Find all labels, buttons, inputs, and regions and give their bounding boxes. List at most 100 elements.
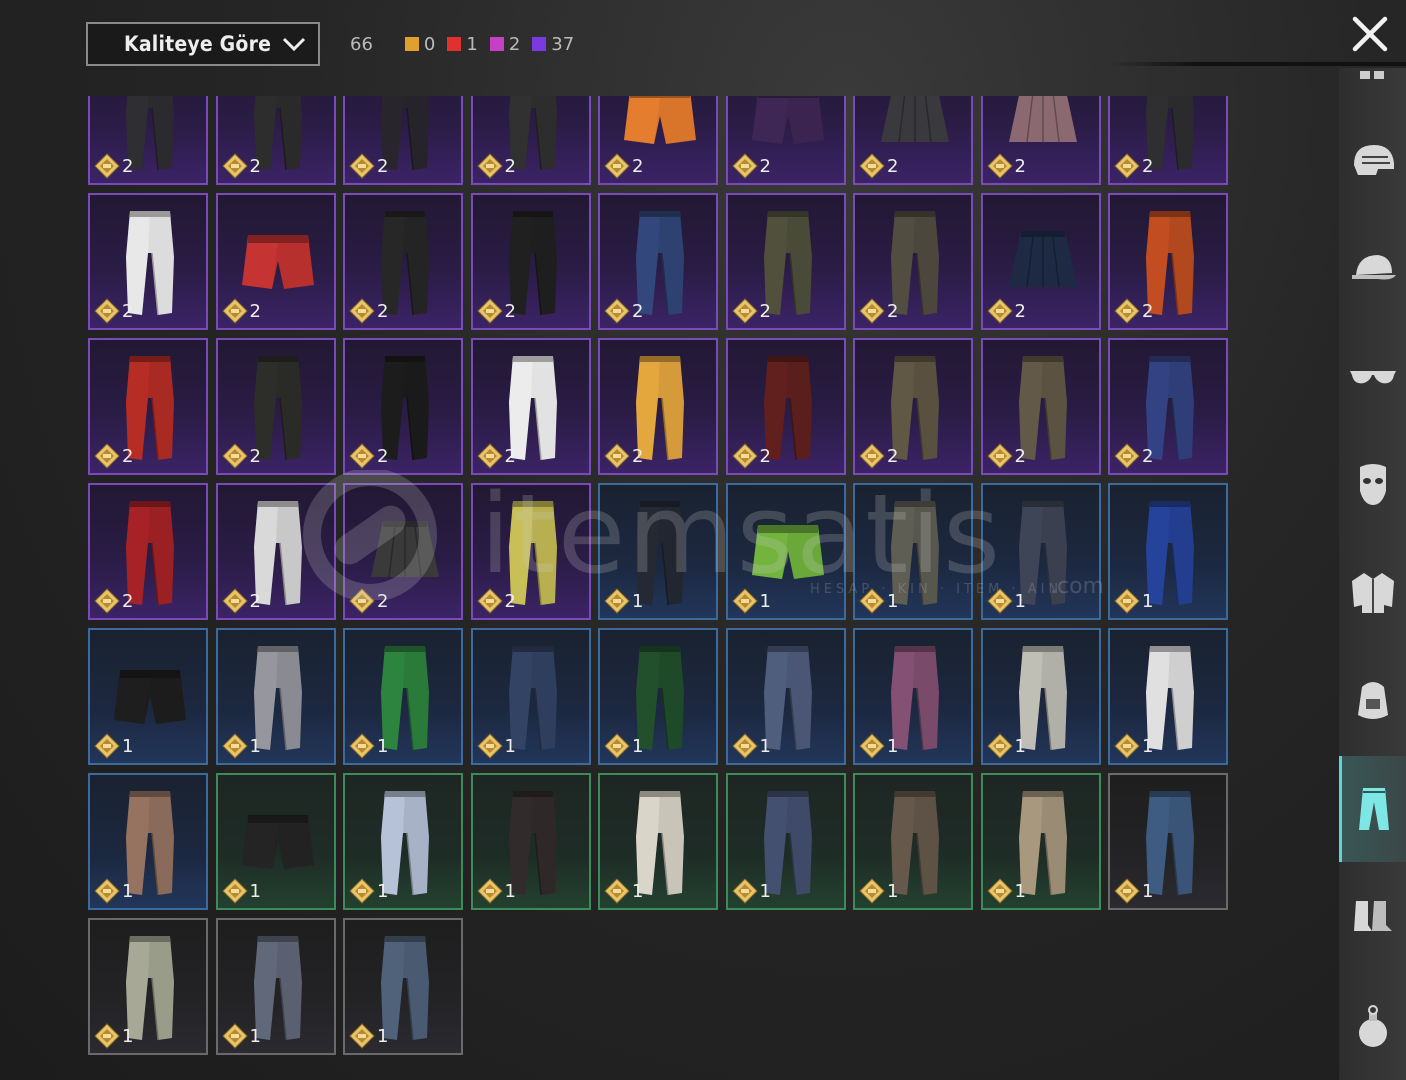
item-quantity: 1 [504, 735, 516, 757]
sidebar-item-shoes[interactable] [1339, 868, 1406, 968]
item-quantity: 1 [887, 880, 899, 902]
item-quantity: 2 [122, 300, 134, 322]
coin-icon [349, 443, 375, 469]
item-quantity: 1 [887, 735, 899, 757]
inventory-item-tile[interactable]: 2 [853, 96, 973, 185]
inventory-item-tile[interactable]: 1 [88, 918, 208, 1055]
inventory-item-tile[interactable]: 1 [88, 628, 208, 765]
coin-icon [1114, 153, 1140, 179]
inventory-item-tile[interactable]: 1 [853, 773, 973, 910]
inventory-item-tile[interactable]: 1 [215, 628, 336, 765]
sidebar-item-partial[interactable] [1339, 68, 1406, 88]
coin-icon [349, 878, 375, 904]
backpack-icon [1357, 682, 1388, 719]
inventory-item-tile[interactable]: 2 [725, 193, 846, 330]
sidebar-item-cap[interactable] [1339, 218, 1406, 318]
item-quantity: 1 [759, 880, 771, 902]
item-quantity: 2 [122, 445, 134, 467]
inventory-item-tile[interactable]: 1 [1108, 773, 1228, 910]
inventory-item-tile[interactable]: 1 [215, 918, 336, 1055]
inventory-item-tile[interactable]: 1 [598, 773, 718, 910]
inventory-item-tile[interactable]: 1 [725, 773, 846, 910]
inventory-item-tile[interactable]: 1 [470, 773, 591, 910]
coin-icon [94, 1023, 120, 1049]
inventory-item-tile[interactable]: 2 [853, 193, 973, 330]
inventory-item-tile[interactable]: 2 [598, 193, 718, 330]
inventory-item-tile[interactable]: 2 [88, 96, 208, 185]
inventory-item-tile[interactable]: 1 [598, 628, 718, 765]
item-quantity-badge: 1 [986, 588, 1026, 614]
menu-partial-icon [1359, 71, 1384, 79]
inventory-item-tile[interactable]: 2 [598, 338, 718, 475]
item-quantity-badge: 2 [94, 443, 133, 469]
inventory-item-tile[interactable]: 2 [215, 96, 336, 185]
inventory-item-tile[interactable]: 2 [725, 96, 846, 185]
inventory-item-tile[interactable]: 1 [853, 483, 973, 620]
grenade-icon [1358, 1005, 1387, 1047]
inventory-item-tile[interactable]: 1 [88, 773, 208, 910]
sidebar-item-helmet[interactable] [1339, 110, 1406, 210]
coin-icon [94, 878, 120, 904]
inventory-item-tile[interactable]: 2 [598, 96, 718, 185]
item-quantity: 2 [249, 590, 261, 612]
inventory-item-tile[interactable]: 2 [215, 193, 336, 330]
item-quantity-badge: 1 [94, 733, 133, 759]
inventory-item-tile[interactable]: 1 [725, 628, 846, 765]
inventory-item-tile[interactable]: 1 [725, 483, 846, 620]
sidebar-item-grenade[interactable] [1339, 976, 1406, 1076]
inventory-item-tile[interactable]: 2 [215, 338, 336, 475]
inventory-item-tile[interactable]: 2 [980, 96, 1101, 185]
inventory-item-tile[interactable]: 2 [343, 338, 463, 475]
coin-icon [94, 153, 120, 179]
inventory-item-tile[interactable]: 1 [470, 628, 591, 765]
inventory-item-tile[interactable]: 1 [598, 483, 718, 620]
coin-icon [94, 588, 120, 614]
inventory-item-tile[interactable]: 1 [853, 628, 973, 765]
inventory-item-tile[interactable]: 1 [980, 628, 1101, 765]
inventory-item-tile[interactable]: 2 [853, 338, 973, 475]
jacket-icon [1351, 573, 1394, 613]
sidebar-item-jacket[interactable] [1339, 542, 1406, 642]
inventory-item-tile[interactable]: 1 [215, 773, 336, 910]
inventory-grid-viewport[interactable]: 2 2 2 2 2 2 2 2 2 2 2 2 2 2 2 2 2 2 2 2 … [88, 96, 1230, 1080]
inventory-item-tile[interactable]: 2 [343, 96, 463, 185]
sidebar-item-mask[interactable] [1339, 434, 1406, 534]
coin-icon [476, 733, 503, 759]
inventory-item-tile[interactable]: 2 [470, 338, 591, 475]
item-quantity-badge: 2 [731, 443, 771, 469]
inventory-item-tile[interactable]: 2 [1108, 338, 1228, 475]
inventory-item-tile[interactable]: 2 [88, 193, 208, 330]
inventory-item-tile[interactable]: 1 [980, 483, 1101, 620]
close-icon[interactable] [1350, 14, 1390, 54]
item-quantity: 1 [377, 880, 389, 902]
sidebar-item-glasses[interactable] [1339, 326, 1406, 426]
inventory-item-tile[interactable]: 2 [88, 483, 208, 620]
item-quantity: 2 [759, 445, 771, 467]
sort-dropdown[interactable]: Kaliteye Göre [86, 22, 320, 66]
sidebar-item-backpack[interactable] [1339, 650, 1406, 750]
item-quantity: 2 [249, 300, 261, 322]
inventory-item-tile[interactable]: 2 [1108, 193, 1228, 330]
sidebar-item-pants[interactable] [1339, 756, 1406, 862]
inventory-item-tile[interactable]: 2 [470, 483, 591, 620]
inventory-item-tile[interactable]: 2 [470, 96, 591, 185]
inventory-item-tile[interactable]: 1 [343, 773, 463, 910]
inventory-item-tile[interactable]: 1 [343, 628, 463, 765]
item-quantity: 2 [122, 590, 134, 612]
item-quantity: 2 [632, 445, 644, 467]
inventory-item-tile[interactable]: 2 [343, 483, 463, 620]
inventory-item-tile[interactable]: 2 [215, 483, 336, 620]
inventory-item-tile[interactable]: 2 [470, 193, 591, 330]
inventory-item-tile[interactable]: 1 [343, 918, 463, 1055]
coin-icon [986, 878, 1013, 904]
inventory-item-tile[interactable]: 2 [725, 338, 846, 475]
coin-icon [859, 733, 885, 759]
inventory-item-tile[interactable]: 2 [343, 193, 463, 330]
inventory-item-tile[interactable]: 2 [1108, 96, 1228, 185]
inventory-item-tile[interactable]: 2 [88, 338, 208, 475]
inventory-item-tile[interactable]: 1 [1108, 628, 1228, 765]
inventory-item-tile[interactable]: 2 [980, 338, 1101, 475]
inventory-item-tile[interactable]: 1 [1108, 483, 1228, 620]
inventory-item-tile[interactable]: 1 [980, 773, 1101, 910]
inventory-item-tile[interactable]: 2 [980, 193, 1101, 330]
